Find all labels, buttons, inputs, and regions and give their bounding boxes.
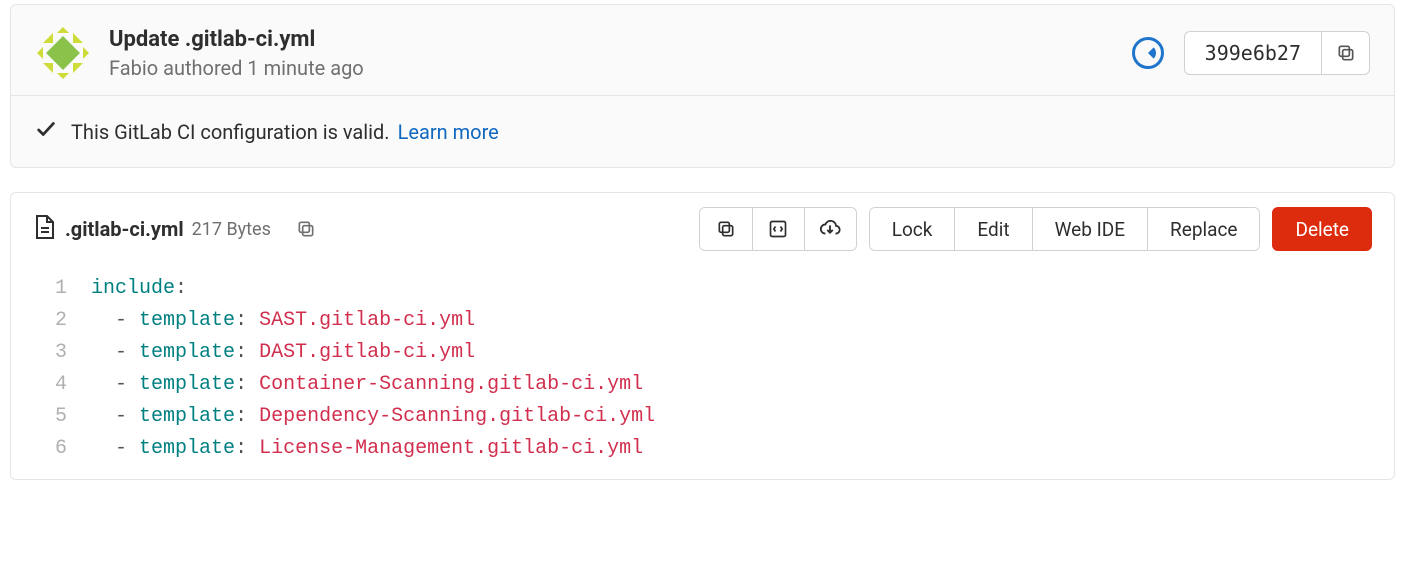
yaml-dash: - (115, 373, 127, 396)
avatar (35, 25, 91, 81)
yaml-value: Container-Scanning.gitlab-ci.yml (259, 373, 643, 396)
yaml-key: template (139, 437, 235, 460)
file-header: .gitlab-ci.yml 217 Bytes Lock Edit Web I… (11, 193, 1394, 265)
delete-button[interactable]: Delete (1272, 207, 1372, 251)
yaml-dash: - (115, 341, 127, 364)
code-viewer: 1 2 3 4 5 6 include: - template: SAST.gi… (11, 265, 1394, 479)
learn-more-link[interactable]: Learn more (398, 120, 499, 144)
replace-button[interactable]: Replace (1147, 208, 1259, 250)
yaml-key: template (139, 373, 235, 396)
yaml-dash: - (115, 309, 127, 332)
copy-sha-button[interactable] (1322, 31, 1370, 75)
file-size: 217 Bytes (192, 219, 271, 240)
yaml-dash: - (115, 405, 127, 428)
line-number: 1 (11, 273, 67, 305)
yaml-key: template (139, 341, 235, 364)
raw-button[interactable] (752, 208, 804, 250)
download-button[interactable] (804, 208, 856, 250)
yaml-value: SAST.gitlab-ci.yml (259, 309, 475, 332)
ci-validation-text: This GitLab CI configuration is valid. (71, 120, 390, 144)
line-number: 3 (11, 337, 67, 369)
file-icon (33, 214, 55, 244)
yaml-dash: - (115, 437, 127, 460)
yaml-key: template (139, 405, 235, 428)
copy-contents-button[interactable] (700, 208, 752, 250)
commit-sha-group: 399e6b27 (1184, 31, 1370, 75)
yaml-value: Dependency-Scanning.gitlab-ci.yml (259, 405, 655, 428)
web-ide-button[interactable]: Web IDE (1032, 208, 1147, 250)
commit-meta: Fabio authored 1 minute ago (109, 56, 1132, 80)
commit-authored-word: authored (163, 56, 242, 80)
commit-info: Update .gitlab-ci.yml Fabio authored 1 m… (109, 26, 1132, 81)
pipeline-status-icon[interactable] (1132, 37, 1164, 69)
line-numbers: 1 2 3 4 5 6 (11, 273, 91, 465)
copy-file-path-button[interactable] (289, 212, 323, 246)
line-number: 4 (11, 369, 67, 401)
file-text-buttons: Lock Edit Web IDE Replace (869, 207, 1261, 251)
commit-header: Update .gitlab-ci.yml Fabio authored 1 m… (11, 5, 1394, 95)
code-content: include: - template: SAST.gitlab-ci.yml … (91, 273, 1394, 465)
yaml-value: License-Management.gitlab-ci.yml (259, 437, 643, 460)
edit-button[interactable]: Edit (954, 208, 1031, 250)
commit-title: Update .gitlab-ci.yml (109, 26, 1132, 55)
commit-sha[interactable]: 399e6b27 (1184, 31, 1322, 75)
file-name: .gitlab-ci.yml (65, 217, 184, 241)
line-number: 5 (11, 401, 67, 433)
commit-author: Fabio (109, 56, 158, 80)
check-icon (35, 118, 57, 145)
commit-time: 1 minute ago (247, 56, 363, 80)
yaml-key: template (139, 309, 235, 332)
commit-panel: Update .gitlab-ci.yml Fabio authored 1 m… (10, 4, 1395, 168)
file-icon-buttons (699, 207, 857, 251)
line-number: 2 (11, 305, 67, 337)
ci-validation-row: This GitLab CI configuration is valid. L… (11, 95, 1394, 167)
lock-button[interactable]: Lock (870, 208, 955, 250)
yaml-value: DAST.gitlab-ci.yml (259, 341, 475, 364)
file-actions: Lock Edit Web IDE Replace Delete (699, 207, 1372, 251)
yaml-key: include (91, 277, 175, 300)
line-number: 6 (11, 433, 67, 465)
file-panel: .gitlab-ci.yml 217 Bytes Lock Edit Web I… (10, 192, 1395, 480)
